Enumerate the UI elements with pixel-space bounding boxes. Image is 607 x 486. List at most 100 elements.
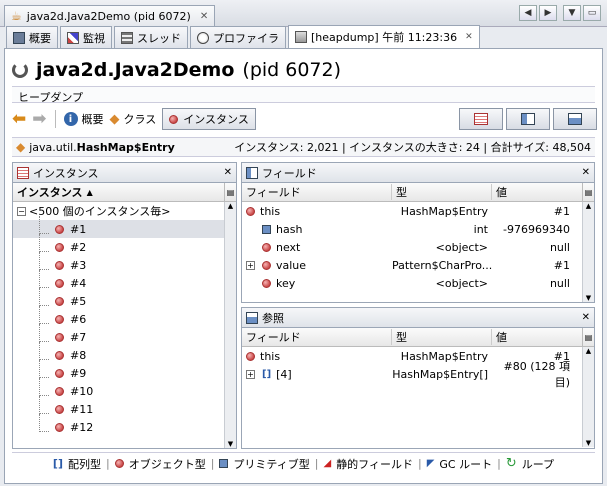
object-icon <box>55 350 64 360</box>
instance-label: #12 <box>70 420 94 434</box>
object-type-icon <box>114 459 124 468</box>
table-row[interactable]: key <object> null <box>242 274 594 292</box>
array-type-icon: [] <box>52 457 63 470</box>
scroll-down-arrow-icon[interactable]: ▼ <box>586 294 591 302</box>
object-icon <box>169 114 179 124</box>
back-arrow-icon[interactable]: ⬅ <box>12 109 26 129</box>
instances-panel: インスタンス ✕ インスタンス ▲ ▤ − <500 個のインスタンス毎> #1… <box>12 162 237 449</box>
object-icon <box>55 224 64 234</box>
object-icon <box>55 332 64 342</box>
class-name: HashMap$Entry <box>76 140 175 154</box>
class-icon: ◆ <box>16 140 26 154</box>
field-name: [4] <box>276 367 292 381</box>
instance-row[interactable]: #12 <box>13 413 236 436</box>
page-title: java2d.Java2Demo <box>36 59 235 81</box>
instance-label: #1 <box>70 222 87 236</box>
field-value: null <box>549 240 570 254</box>
class-stats: インスタンス: 2,021 | インスタンスの大きさ: 24 | 合計サイズ: … <box>234 141 591 154</box>
columns-selector-button[interactable]: ▤ <box>224 183 236 201</box>
field-type: HashMap$Entry[] <box>392 367 488 381</box>
gc-root-icon: ◤ <box>426 458 435 469</box>
table-row[interactable]: next <object> null <box>242 238 594 256</box>
table-row[interactable]: this HashMap$Entry #1 <box>242 202 594 220</box>
column-field[interactable]: フィールド <box>242 329 392 345</box>
close-icon[interactable]: ✕ <box>582 312 590 323</box>
scroll-down-arrow-icon[interactable]: ▼ <box>586 439 591 447</box>
object-type-icon <box>262 242 271 252</box>
object-icon <box>55 314 64 324</box>
table-row[interactable]: hash int -976969340 <box>242 220 594 238</box>
field-name: this <box>260 204 281 218</box>
loop-icon: ↻ <box>505 456 517 471</box>
expand-icon[interactable]: + <box>246 369 255 379</box>
field-type: HashMap$Entry <box>400 204 488 218</box>
close-icon[interactable]: ✕ <box>200 11 208 22</box>
window-tab[interactable]: ☕ java2d.Java2Demo (pid 6072) ✕ <box>4 4 216 27</box>
legend-loop: ループ <box>521 457 555 471</box>
expand-icon[interactable]: + <box>246 260 255 270</box>
field-value: -976969340 <box>503 222 570 236</box>
table-row[interactable]: + value Pattern$CharPro... #1 <box>242 256 594 274</box>
instance-label: #6 <box>70 312 87 326</box>
scroll-up-arrow-icon[interactable]: ▲ <box>228 202 233 210</box>
object-icon <box>55 386 64 396</box>
page-pid: (pid 6072) <box>242 59 342 81</box>
tab-profiler[interactable]: プロファイラ <box>190 26 286 48</box>
field-value: null <box>549 276 570 290</box>
column-value[interactable]: 値 <box>492 329 574 345</box>
close-icon[interactable]: ✕ <box>224 167 232 178</box>
columns-selector-button[interactable]: ▤ <box>582 183 594 201</box>
scroll-up-arrow-icon[interactable]: ▲ <box>586 202 591 210</box>
column-value[interactable]: 値 <box>492 184 574 200</box>
heapdump-icon <box>295 31 307 43</box>
tab-heapdump[interactable]: [heapdump] 午前 11:23:36 ✕ <box>288 25 480 48</box>
references-panel-icon <box>246 311 258 324</box>
column-type[interactable]: 型 <box>392 184 492 200</box>
close-icon[interactable]: ✕ <box>582 167 590 178</box>
forward-arrow-icon[interactable]: ➡ <box>32 109 46 129</box>
layout-both-button[interactable] <box>553 108 597 130</box>
field-name: hash <box>276 222 303 236</box>
fields-panel-icon <box>246 166 258 179</box>
instance-label: #2 <box>70 240 87 254</box>
instances-panel-icon <box>17 166 29 179</box>
maximize-button[interactable]: ▭ <box>583 5 601 21</box>
column-field[interactable]: フィールド <box>242 184 392 200</box>
field-name: next <box>276 240 301 254</box>
monitor-icon <box>67 31 79 44</box>
columns-selector-button[interactable]: ▤ <box>582 328 594 346</box>
field-value: #1 <box>553 258 570 272</box>
tab-list-button[interactable]: ▼ <box>563 5 581 21</box>
layout-fields-button[interactable] <box>459 108 503 130</box>
instance-label: #10 <box>70 384 94 398</box>
scroll-up-arrow-icon[interactable]: ▲ <box>586 347 591 355</box>
scroll-down-arrow-icon[interactable]: ▼ <box>228 440 233 448</box>
scroll-left-button[interactable]: ◀ <box>519 5 537 21</box>
tab-threads[interactable]: スレッド <box>114 26 188 48</box>
instance-label: #8 <box>70 348 87 362</box>
summary-button[interactable]: i 概要 <box>63 111 104 127</box>
instances-button[interactable]: インスタンス <box>162 108 256 130</box>
object-type-icon <box>246 206 255 216</box>
collapse-icon[interactable]: − <box>17 206 26 216</box>
layout-refs-button[interactable] <box>506 108 550 130</box>
sort-ascending-icon: ▲ <box>86 187 93 197</box>
tree-icon <box>521 113 535 125</box>
column-type[interactable]: 型 <box>392 329 492 345</box>
column-instances[interactable]: インスタンス <box>17 184 83 200</box>
loading-spinner-icon <box>12 62 28 78</box>
scroll-right-button[interactable]: ▶ <box>539 5 557 21</box>
object-type-icon <box>262 260 271 270</box>
fields-panel: フィールド ✕ フィールド 型 値 ▤ this HashMap$Entry #1 h… <box>241 162 595 303</box>
legend-static: 静的フィールド <box>336 457 413 471</box>
static-field-icon: ◢ <box>323 458 332 469</box>
classes-button[interactable]: ◆ クラス <box>110 111 157 127</box>
legend-array: 配列型 <box>67 457 101 471</box>
instance-label: #7 <box>70 330 87 344</box>
close-icon[interactable]: ✕ <box>465 32 473 42</box>
tab-overview[interactable]: 概要 <box>6 26 58 48</box>
info-icon: i <box>63 112 78 126</box>
object-type-icon <box>246 351 255 361</box>
tab-monitor[interactable]: 監視 <box>60 26 112 48</box>
table-row[interactable]: + [] [4] HashMap$Entry[] #80 (128 項目) <box>242 360 594 389</box>
